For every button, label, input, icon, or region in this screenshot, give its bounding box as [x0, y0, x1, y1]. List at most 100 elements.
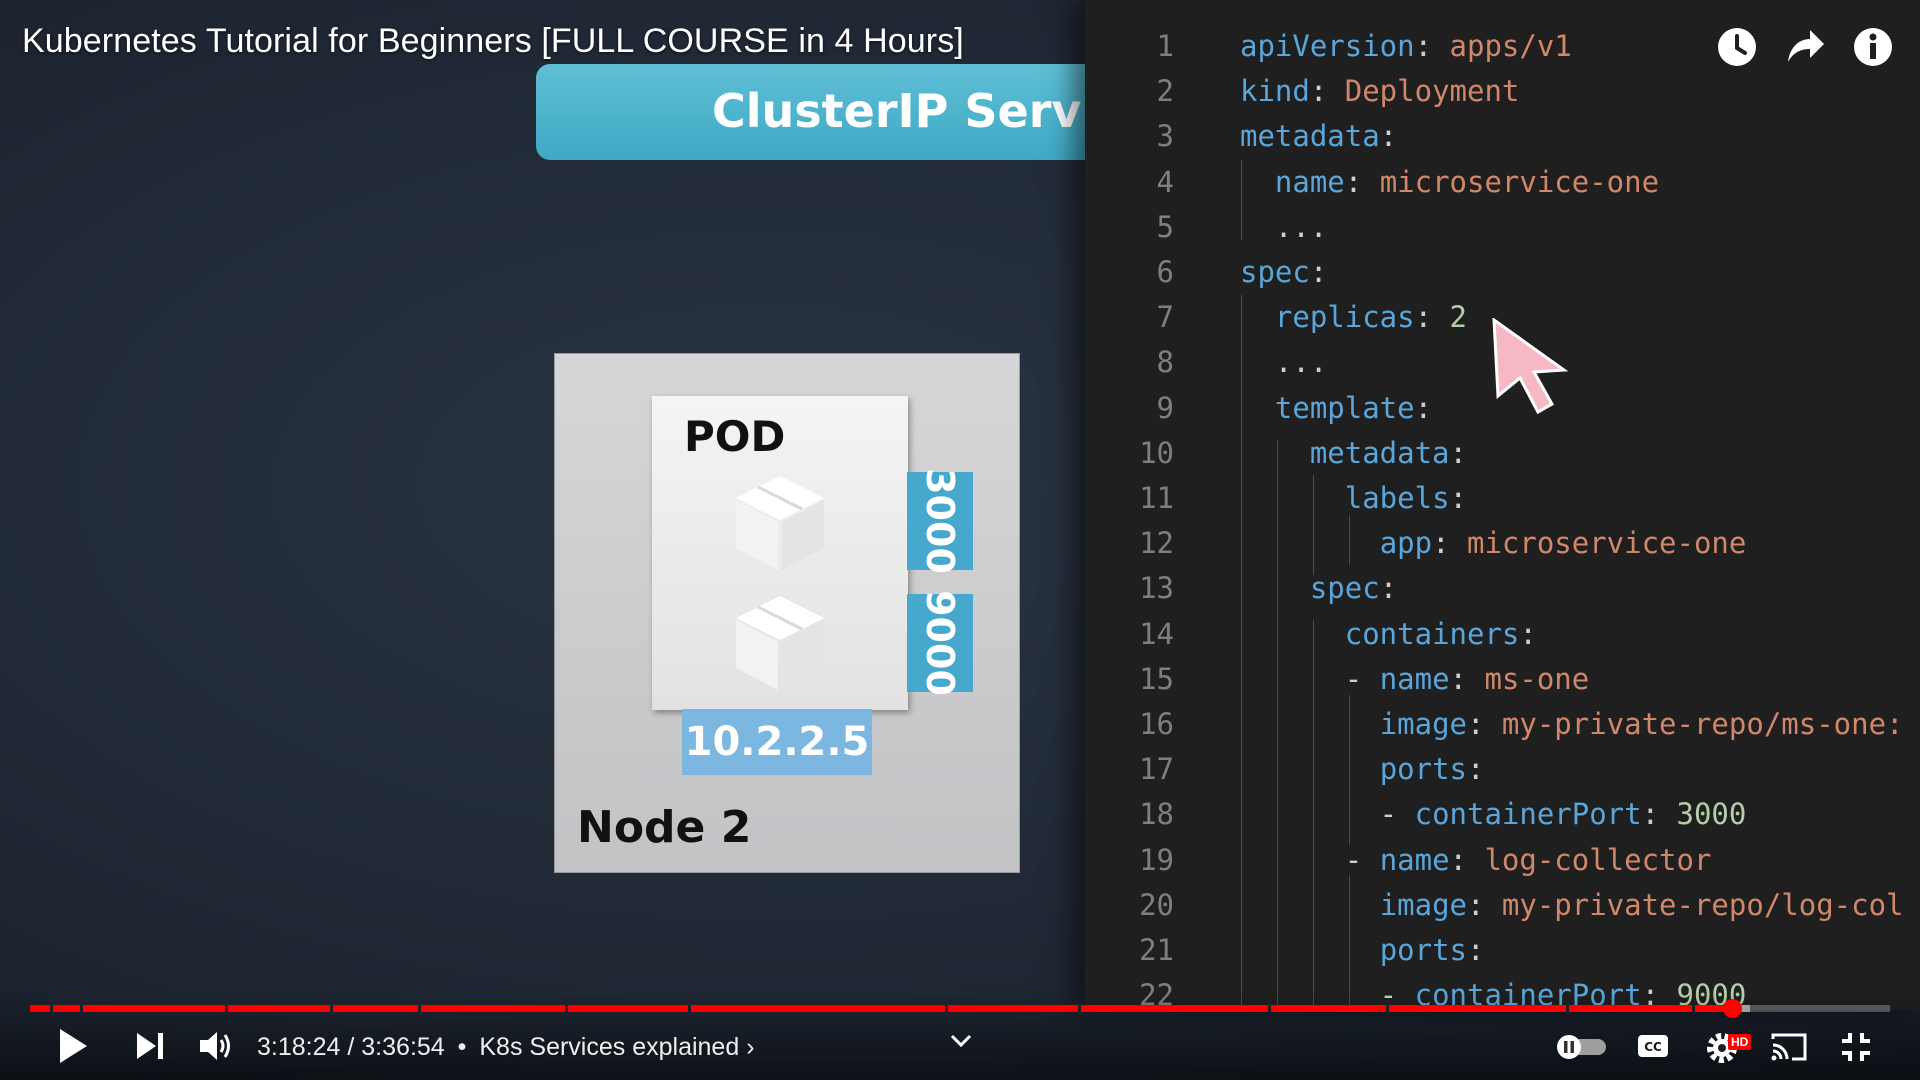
code-text: metadata: — [1240, 114, 1397, 159]
chapter-marker — [688, 1005, 691, 1012]
code-token: containerPort — [1414, 797, 1642, 832]
code-token: ports — [1379, 752, 1467, 787]
play-icon[interactable] — [56, 1026, 90, 1066]
chapter-title[interactable]: K8s Services explained — [479, 1033, 739, 1061]
line-number: 5 — [1156, 209, 1174, 244]
code-text: apiVersion: apps/v1 — [1240, 24, 1572, 69]
code-token: replicas — [1274, 300, 1415, 335]
code-token: log-collector — [1484, 842, 1712, 877]
code-line: 11 labels: — [1085, 476, 1920, 521]
code-token: : — [1379, 571, 1398, 606]
code-token: : — [1344, 164, 1380, 199]
code-token: Deployment — [1344, 74, 1520, 109]
video-title[interactable]: Kubernetes Tutorial for Beginners [FULL … — [22, 22, 964, 61]
code-text: - name: log-collector — [1240, 838, 1712, 883]
code-token: my-private-repo/log-col — [1501, 887, 1904, 922]
code-token: spec — [1309, 571, 1380, 606]
code-line: 20 image: my-private-repo/log-col — [1085, 883, 1920, 928]
info-icon[interactable] — [1852, 26, 1894, 68]
code-token: spec — [1240, 255, 1310, 289]
line-number: 14 — [1139, 616, 1174, 651]
code-token: name — [1379, 842, 1450, 877]
clock-icon[interactable] — [1716, 26, 1758, 68]
chapter-marker — [330, 1005, 333, 1012]
code-line: 13 spec: — [1085, 566, 1920, 611]
code-token: apiVersion — [1240, 29, 1415, 63]
chapter-marker — [50, 1005, 53, 1012]
code-token: : — [1432, 526, 1467, 561]
captions-icon[interactable]: CC — [1636, 1032, 1670, 1060]
code-token: - — [1240, 661, 1380, 696]
progress-bar[interactable] — [30, 999, 1890, 1018]
cast-icon[interactable] — [1770, 1031, 1808, 1063]
pod-label: POD — [684, 412, 786, 461]
container-cube-icon — [736, 476, 824, 570]
code-token: : — [1309, 74, 1345, 109]
code-text: - containerPort: 3000 — [1240, 792, 1747, 837]
chapter-marker — [945, 1005, 948, 1012]
code-token: ms-one — [1484, 661, 1590, 696]
code-token: : — [1414, 29, 1450, 63]
exit-fullscreen-icon[interactable] — [1840, 1031, 1872, 1063]
line-number: 6 — [1156, 255, 1174, 289]
code-token: : — [1467, 752, 1485, 787]
video-frame[interactable]: Kubernetes Tutorial for Beginners [FULL … — [0, 0, 1920, 1080]
code-text: ports: — [1240, 928, 1485, 973]
code-token: metadata — [1240, 119, 1380, 154]
code-text: spec: — [1240, 250, 1327, 295]
code-token: : — [1309, 255, 1328, 289]
code-token: image — [1379, 707, 1467, 741]
code-text: labels: — [1240, 476, 1467, 521]
code-token: : — [1467, 707, 1502, 741]
node-box: POD 3000 9000 10.2.2.5 Node 2 — [554, 353, 1020, 873]
code-token: microservice-one — [1467, 526, 1747, 561]
code-token: : — [1641, 797, 1677, 832]
code-text: metadata: — [1240, 431, 1467, 476]
duration: 3:36:54 — [361, 1033, 445, 1061]
code-token: - — [1240, 842, 1380, 877]
line-number: 2 — [1156, 74, 1174, 109]
code-text: app: microservice-one — [1240, 521, 1747, 566]
volume-icon[interactable] — [198, 1029, 234, 1063]
code-line: 18 - containerPort: 3000 — [1085, 792, 1920, 837]
progress-scrubber[interactable] — [1722, 999, 1742, 1018]
code-token: : — [1449, 661, 1485, 696]
code-line: 19 - name: log-collector — [1085, 838, 1920, 883]
code-token: : — [1467, 933, 1485, 967]
line-number: 18 — [1139, 797, 1174, 832]
share-icon[interactable] — [1784, 26, 1826, 68]
line-number: 17 — [1139, 752, 1174, 787]
code-token: app — [1379, 526, 1433, 561]
line-number: 7 — [1156, 300, 1174, 335]
line-number: 9 — [1156, 390, 1174, 425]
code-token: ... — [1240, 345, 1328, 380]
line-number: 16 — [1139, 707, 1174, 741]
code-token: apps/v1 — [1449, 29, 1572, 63]
current-time: 3:18:24 — [257, 1033, 341, 1061]
autoplay-toggle-icon[interactable] — [1554, 1034, 1608, 1060]
code-text: ... — [1240, 340, 1327, 385]
pod-ip-label: 10.2.2.5 — [684, 719, 870, 765]
port-label: 9000 — [918, 590, 962, 696]
chevron-down-icon[interactable] — [948, 1031, 974, 1051]
code-text: containers: — [1240, 612, 1537, 657]
next-icon[interactable] — [134, 1031, 166, 1061]
chapter-marker — [1692, 1005, 1695, 1012]
chapter-chevron-icon[interactable]: › — [746, 1033, 754, 1061]
line-number: 4 — [1156, 164, 1174, 199]
line-number: 8 — [1156, 345, 1174, 380]
port-label: 3000 — [918, 468, 962, 574]
code-token: ports — [1379, 933, 1467, 967]
chapter-marker — [80, 1005, 83, 1012]
code-line: 4 name: microservice-one — [1085, 160, 1920, 205]
chapter-marker — [1268, 1005, 1271, 1012]
code-line: 3 metadata: — [1085, 114, 1920, 159]
code-text: name: microservice-one — [1240, 160, 1659, 205]
